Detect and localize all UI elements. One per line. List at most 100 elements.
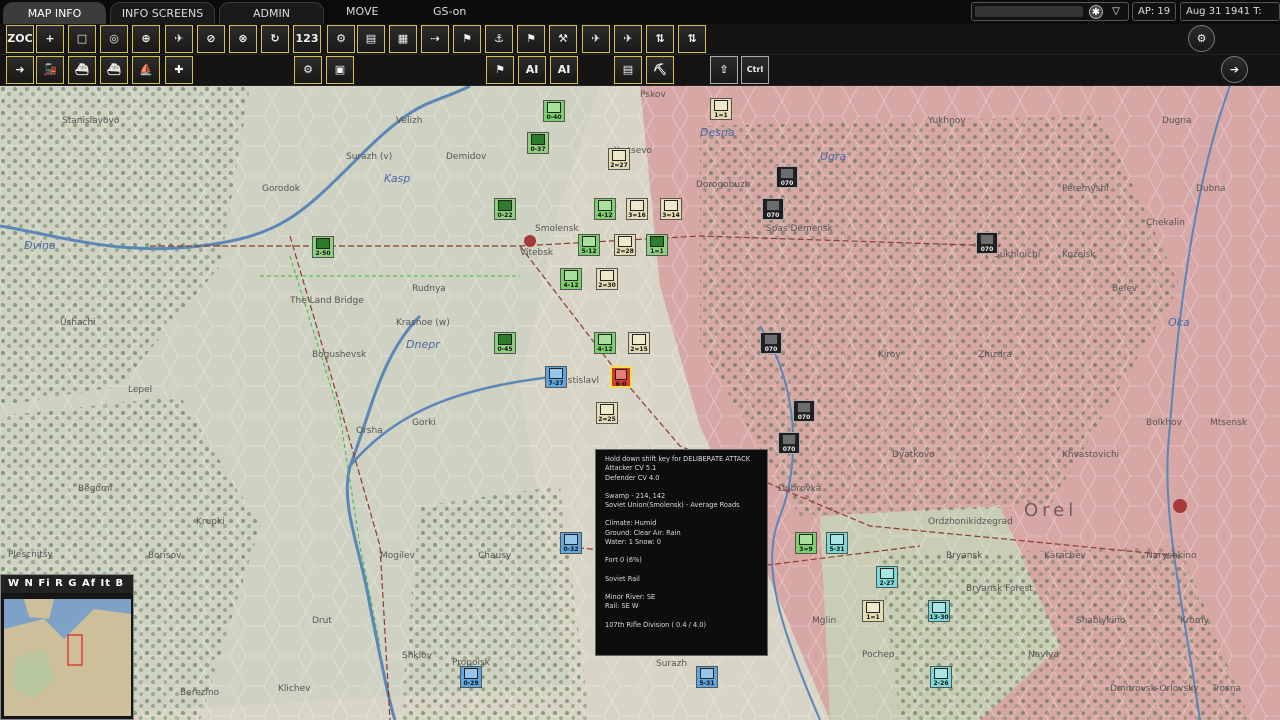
unit-counter[interactable]: 5-12 (578, 234, 600, 256)
toolbar-button-5[interactable]: ⊕ (132, 25, 160, 53)
unit-counter[interactable]: 4-12 (594, 332, 616, 354)
unit-counter[interactable]: 0-32 (560, 532, 582, 554)
toolbar-button-7[interactable]: ⊘ (197, 25, 225, 53)
unit-counter[interactable]: 3=14 (660, 198, 682, 220)
order-button-5[interactable]: AI (550, 56, 578, 84)
unit-counter[interactable]: 5-31 (826, 532, 848, 554)
ctrl-key-button[interactable]: Ctrl (741, 56, 769, 84)
status-field[interactable] (975, 6, 1083, 17)
toolbar-button-9[interactable]: ↻ (261, 25, 289, 53)
order-button-1[interactable]: ⚙ (294, 56, 322, 84)
unit-counter[interactable]: 070 (793, 400, 815, 422)
unit-counter[interactable]: 3=9 (795, 532, 817, 554)
minimap[interactable]: W N Fi R G Af It B (0, 574, 134, 720)
toolbar-button-3[interactable]: □ (68, 25, 96, 53)
air-command-button-4[interactable]: ⇅ (678, 25, 706, 53)
toolbar-button-8[interactable]: ⊗ (229, 25, 257, 53)
toolbar-button-16[interactable]: ⚓ (485, 25, 513, 53)
map-label-shablykino: Shablykino (1076, 616, 1126, 626)
unit-counter[interactable]: 0-37 (527, 132, 549, 154)
map-label-dyatkovo: Dyatkovo (892, 450, 935, 460)
unit-counter[interactable]: 2=30 (596, 268, 618, 290)
movement-mode-button-4[interactable]: ⛴ (100, 56, 128, 84)
unit-counter[interactable]: 2-26 (930, 666, 952, 688)
settings-icon[interactable]: ⚙ (1188, 25, 1215, 52)
map-label-yukhnov: Yukhnov (928, 116, 966, 126)
order-button-2[interactable]: ▣ (326, 56, 354, 84)
unit-counter[interactable]: 0-29 (460, 666, 482, 688)
unit-counter[interactable]: 13-30 (928, 600, 950, 622)
minimap-tabs[interactable]: W N Fi R G Af It B (1, 575, 133, 593)
unit-counter[interactable]: 1=1 (710, 98, 732, 120)
movement-mode-button-3[interactable]: ⛴ (68, 56, 96, 84)
unit-counter[interactable]: 070 (762, 198, 784, 220)
unit-counter[interactable]: 1=1 (862, 600, 884, 622)
air-command-button-3[interactable]: ⇅ (646, 25, 674, 53)
unit-counter[interactable]: 2-27 (876, 566, 898, 588)
toolbar-button-4[interactable]: ◎ (100, 25, 128, 53)
move-mode-label[interactable]: MOVE (346, 0, 378, 24)
air-command-button-1[interactable]: ✈ (582, 25, 610, 53)
tab-map-info[interactable]: MAP INFO (3, 2, 106, 24)
unit-type-icon (932, 602, 946, 613)
status-box: ✱ ▽ (971, 2, 1129, 21)
air-command-button-2[interactable]: ✈ (614, 25, 642, 53)
order-button-3[interactable]: ⚑ (486, 56, 514, 84)
movement-mode-button-2[interactable]: 🚂 (36, 56, 64, 84)
weather-icon[interactable]: ✱ (1089, 5, 1103, 19)
unit-counter[interactable]: 0-40 (543, 100, 565, 122)
unit-counter[interactable]: 070 (760, 332, 782, 354)
unit-counter[interactable]: 2=27 (608, 148, 630, 170)
unit-counter[interactable]: 1=1 (646, 234, 668, 256)
unit-type-icon (615, 369, 627, 380)
toolbar-button-10[interactable]: 123 (293, 25, 321, 53)
unit-counter[interactable]: 2=25 (596, 402, 618, 424)
unit-type-icon (764, 334, 778, 345)
movement-mode-button-5[interactable]: ⛵ (132, 56, 160, 84)
unit-type-icon (582, 236, 596, 247)
tab-info-screens[interactable]: INFO SCREENS (110, 2, 215, 24)
unit-counter[interactable]: 070 (778, 432, 800, 454)
unit-strength: 0-29 (463, 680, 479, 687)
minimap-view[interactable] (4, 599, 131, 716)
next-turn-icon[interactable]: ➔ (1221, 56, 1248, 83)
map-label-smolensk: Smolensk (535, 224, 579, 234)
unit-counter[interactable]: 0-22 (494, 198, 516, 220)
toolbar-button-2[interactable]: + (36, 25, 64, 53)
toolbar-button-15[interactable]: ⚑ (453, 25, 481, 53)
map-label-bryansk-forest: Bryansk Forest (966, 584, 1033, 594)
unit-counter[interactable]: 2=15 (628, 332, 650, 354)
toolbar-button-12[interactable]: ▤ (357, 25, 385, 53)
order-button-6[interactable]: ▤ (614, 56, 642, 84)
ground-support-toggle[interactable]: GS-on (433, 0, 466, 24)
unit-counter[interactable]: 0-45 (494, 332, 516, 354)
toolbar-button-11[interactable]: ⚙ (327, 25, 355, 53)
toolbar-button-6[interactable]: ✈ (165, 25, 193, 53)
movement-mode-button-6[interactable]: ✚ (165, 56, 193, 84)
unit-counter[interactable]: 2-50 (312, 236, 334, 258)
tooltip-ground: Ground: Clear Air: Rain (605, 528, 681, 537)
unit-counter[interactable]: 070 (976, 232, 998, 254)
toolbar-button-13[interactable]: ▦ (389, 25, 417, 53)
unit-counter[interactable]: 6-0 (610, 366, 632, 388)
map-label-dvina: Dvina (24, 239, 56, 252)
toolbar-button-18[interactable]: ⚒ (549, 25, 577, 53)
toolbar-button-1[interactable]: ZOC (6, 25, 34, 53)
unit-counter[interactable]: 4-12 (560, 268, 582, 290)
filter-icon[interactable]: ▽ (1109, 5, 1123, 19)
order-button-4[interactable]: AI (518, 56, 546, 84)
unit-counter[interactable]: 4-12 (594, 198, 616, 220)
tab-admin[interactable]: ADMIN (219, 2, 324, 24)
order-button-7[interactable]: ⛏ (646, 56, 674, 84)
movement-mode-button-1[interactable]: ➜ (6, 56, 34, 84)
unit-counter[interactable]: 3=16 (626, 198, 648, 220)
unit-counter[interactable]: 2=28 (614, 234, 636, 256)
toolbar-button-14[interactable]: ⇢ (421, 25, 449, 53)
unit-counter[interactable]: 7-27 (545, 366, 567, 388)
unit-counter[interactable]: 5-31 (696, 666, 718, 688)
unit-counter[interactable]: 070 (776, 166, 798, 188)
toolbar-button-17[interactable]: ⚑ (517, 25, 545, 53)
map-label-naryshkino: Naryshkino (1146, 551, 1197, 561)
shift-key-button[interactable]: ⇧ (710, 56, 738, 84)
unit-strength: 2-50 (315, 250, 331, 257)
